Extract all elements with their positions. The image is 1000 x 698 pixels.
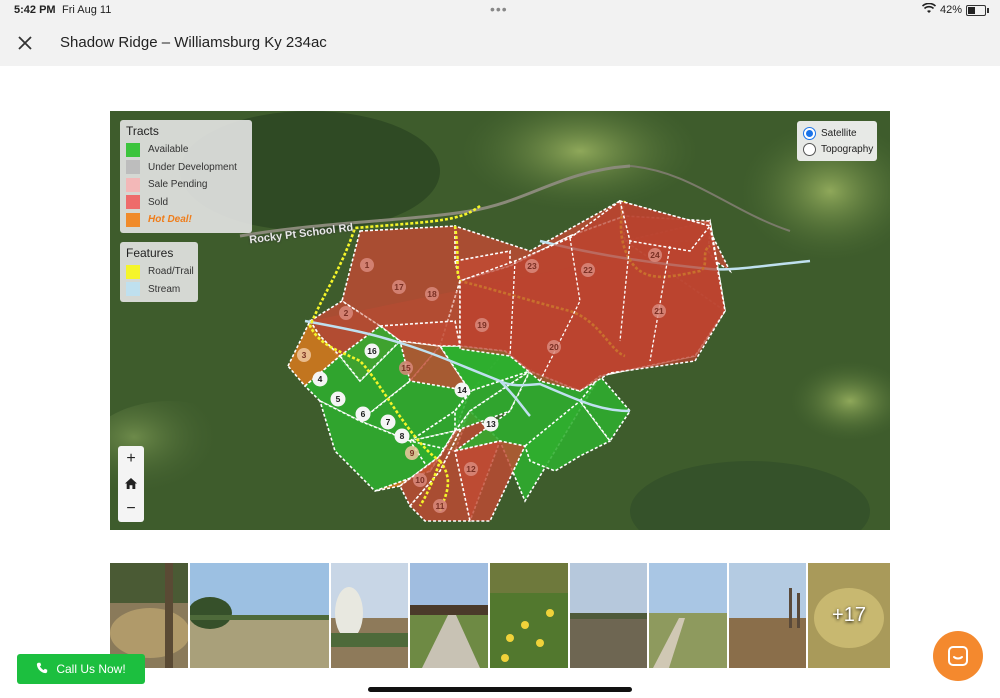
call-us-button[interactable]: Call Us Now!: [17, 654, 145, 684]
gallery-photo[interactable]: [190, 563, 329, 668]
zoom-controls: + −: [118, 446, 144, 522]
tract-label-1: 1: [365, 260, 370, 270]
tract-label-8: 8: [400, 431, 405, 441]
call-us-label: Call Us Now!: [56, 662, 126, 676]
legend-item-road-trail: Road/Trail: [126, 263, 194, 281]
home-indicator[interactable]: [368, 687, 632, 692]
gallery-photo[interactable]: [490, 563, 568, 668]
gallery-photo[interactable]: [570, 563, 647, 668]
tract-label-6: 6: [361, 409, 366, 419]
tract-label-15: 15: [401, 363, 411, 373]
tract-label-17: 17: [394, 282, 404, 292]
legend-item-sold: Sold: [126, 194, 246, 212]
battery-percent: 42%: [940, 4, 963, 16]
header: Shadow Ridge – Williamsburg Ky 234ac: [0, 22, 1000, 66]
chat-button[interactable]: [933, 631, 983, 681]
zoom-in-button[interactable]: +: [118, 446, 144, 471]
phone-icon: [36, 662, 48, 677]
status-bar: 5:42 PM Fri Aug 11 ••• 42%: [0, 0, 1000, 22]
property-map[interactable]: 1 2 3 4 5 6 7 8 9 10 11 12 13 14 15 16 17 18 19 20 21 22 23 24 …: [110, 111, 890, 530]
tract-label-14: 14: [457, 385, 467, 395]
home-button[interactable]: [118, 471, 144, 496]
page-title: Shadow Ridge – Williamsburg Ky 234ac: [60, 34, 327, 51]
home-icon: [125, 478, 137, 489]
tract-label-13: 13: [486, 419, 496, 429]
topography-radio[interactable]: [803, 142, 816, 156]
tract-label-7: 7: [386, 417, 391, 427]
zoom-out-button[interactable]: −: [118, 496, 144, 521]
tract-label-18: 18: [427, 289, 437, 299]
tract-label-11: 11: [436, 501, 445, 511]
tract-label-20: 20: [549, 342, 559, 352]
gallery-photo[interactable]: [729, 563, 806, 668]
legend-item-stream: Stream: [126, 281, 192, 299]
map-type-topography[interactable]: Topography: [797, 141, 877, 157]
close-icon[interactable]: [14, 32, 36, 54]
legend-item-available: Available: [126, 141, 246, 159]
photo-gallery: +17: [110, 563, 890, 668]
legend-item-sale-pending: Sale Pending: [126, 176, 246, 194]
tract-label-2: 2: [344, 308, 349, 318]
gallery-photo-more[interactable]: +17: [808, 563, 890, 668]
features-legend: Features Road/Trail Stream: [120, 242, 198, 302]
multitasking-dots[interactable]: •••: [490, 1, 508, 17]
gallery-photo[interactable]: [331, 563, 408, 668]
tract-label-5: 5: [336, 394, 341, 404]
tract-label-4: 4: [318, 374, 323, 384]
tracts-legend: Tracts Available Under Development Sale …: [120, 120, 252, 233]
tract-label-10: 10: [415, 475, 425, 485]
tract-label-3: 3: [302, 350, 307, 360]
battery-icon: [966, 5, 989, 16]
gallery-photo[interactable]: [649, 563, 727, 668]
gallery-photo[interactable]: [410, 563, 488, 668]
tract-label-23: 23: [527, 261, 537, 271]
status-date: Fri Aug 11: [62, 4, 112, 16]
legend-item-hot-deal: Hot Deal!: [126, 211, 246, 229]
features-legend-title: Features: [126, 246, 174, 260]
tracts-legend-title: Tracts: [126, 124, 159, 138]
chat-icon: [948, 646, 968, 666]
tract-label-21: 21: [654, 306, 664, 316]
tract-label-12: 12: [466, 464, 476, 474]
legend-item-under-development: Under Development: [126, 159, 246, 177]
map-type-satellite[interactable]: Satellite: [797, 125, 877, 141]
wifi-icon: [921, 2, 937, 17]
satellite-radio[interactable]: [803, 126, 816, 140]
tract-label-19: 19: [477, 320, 487, 330]
map-type-selector: Satellite Topography: [797, 121, 877, 161]
tract-label-24: 24: [650, 250, 660, 260]
tract-label-9: 9: [410, 448, 415, 458]
tract-label-22: 22: [583, 265, 593, 275]
more-photos-count: +17: [832, 604, 866, 626]
gallery-photo[interactable]: [110, 563, 188, 668]
status-time: 5:42 PM: [14, 4, 56, 16]
tract-label-16: 16: [367, 346, 377, 356]
